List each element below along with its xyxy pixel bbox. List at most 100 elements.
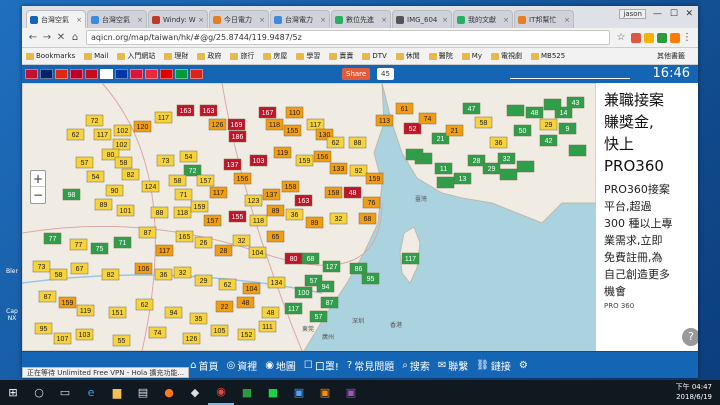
aqi-station-marker[interactable]: 47 bbox=[462, 102, 481, 115]
aqi-station-marker[interactable]: 43 bbox=[566, 96, 585, 109]
aqi-station-marker[interactable]: 94 bbox=[164, 306, 183, 319]
aqi-station-marker[interactable]: 165 bbox=[175, 230, 194, 243]
aqi-station-marker[interactable]: 117 bbox=[93, 128, 112, 141]
tab-close-icon[interactable]: × bbox=[320, 16, 326, 24]
aqi-station-marker[interactable]: 54 bbox=[179, 150, 198, 163]
language-flag-icon[interactable] bbox=[25, 69, 38, 79]
aqi-station-marker[interactable]: 104 bbox=[248, 246, 267, 259]
aqi-station-marker[interactable]: 80 bbox=[284, 252, 303, 265]
aqi-station-marker[interactable]: 100 bbox=[294, 286, 313, 299]
search-icon[interactable]: ○ bbox=[26, 380, 52, 405]
footer-nav-item-6[interactable]: ✉ 聯繫 bbox=[438, 358, 468, 373]
aqi-station-marker[interactable]: 102 bbox=[113, 124, 132, 137]
bookmark-9[interactable]: DTV bbox=[362, 52, 387, 60]
ad-help-icon[interactable]: ? bbox=[682, 328, 698, 346]
aqi-station-marker[interactable]: 77 bbox=[69, 238, 88, 251]
aqi-station-marker[interactable]: 134 bbox=[267, 276, 286, 289]
aqi-station-marker[interactable] bbox=[568, 144, 587, 157]
bookmark-14[interactable]: MB525 bbox=[530, 52, 565, 60]
bookmark-11[interactable]: 醫院 bbox=[428, 51, 453, 61]
tab-8[interactable]: IT邦幫忙 × bbox=[514, 10, 574, 28]
aqi-station-marker[interactable]: 95 bbox=[361, 272, 380, 285]
aqi-station-marker[interactable]: 57 bbox=[309, 310, 328, 323]
zoom-out-button[interactable]: − bbox=[31, 187, 45, 203]
aqi-station-marker[interactable]: 119 bbox=[76, 304, 95, 317]
language-flag-icon[interactable] bbox=[160, 69, 173, 79]
desktop-icon[interactable]: Cap NX bbox=[2, 308, 22, 322]
language-flag-icon[interactable] bbox=[55, 69, 68, 79]
aqi-station-marker[interactable]: 29 bbox=[482, 162, 501, 175]
explorer-icon[interactable]: ▆ bbox=[104, 380, 130, 405]
aqi-station-marker[interactable]: 123 bbox=[244, 194, 263, 207]
aqi-station-marker[interactable]: 137 bbox=[223, 158, 242, 171]
aqi-station-marker[interactable]: 117 bbox=[306, 118, 325, 131]
extension-icon[interactable] bbox=[631, 32, 641, 43]
tab-close-icon[interactable]: × bbox=[198, 16, 204, 24]
aqi-station-marker[interactable] bbox=[516, 160, 535, 173]
extension-icon[interactable] bbox=[670, 32, 680, 43]
tab-close-icon[interactable]: × bbox=[564, 16, 570, 24]
aqi-station-marker[interactable] bbox=[543, 98, 562, 111]
app-icon[interactable]: ▣ bbox=[286, 380, 312, 405]
bookmark-10[interactable]: 休閒 bbox=[395, 51, 420, 61]
bookmark-4[interactable]: 政府 bbox=[197, 51, 221, 61]
aqi-station-marker[interactable]: 90 bbox=[105, 184, 124, 197]
app-icon[interactable]: ▣ bbox=[338, 380, 364, 405]
footer-nav-item-3[interactable]: ☐ 口罩! bbox=[304, 358, 339, 373]
footer-nav-item-7[interactable]: ⛓ 鏈接 bbox=[476, 358, 511, 373]
aqi-station-marker[interactable]: 82 bbox=[121, 168, 140, 181]
language-flag-icon[interactable] bbox=[70, 69, 83, 79]
aqi-station-marker[interactable]: 137 bbox=[262, 188, 281, 201]
task-view-icon[interactable]: ▭ bbox=[52, 380, 78, 405]
aqi-station-marker[interactable]: 48 bbox=[236, 296, 255, 309]
language-flag-icon[interactable] bbox=[130, 69, 143, 79]
aqi-station-marker[interactable]: 124 bbox=[141, 180, 160, 193]
aqi-station-marker[interactable]: 111 bbox=[258, 320, 277, 333]
language-flag-icon[interactable] bbox=[85, 69, 98, 79]
aqi-station-marker[interactable]: 22 bbox=[215, 300, 234, 313]
aqi-station-marker[interactable]: 71 bbox=[174, 188, 193, 201]
zoom-in-button[interactable]: + bbox=[31, 171, 45, 187]
aqi-station-marker[interactable]: 159 bbox=[295, 154, 314, 167]
close-window-icon[interactable]: ✕ bbox=[685, 9, 693, 19]
bookmark-2[interactable]: 入門網站 bbox=[117, 51, 155, 61]
aqi-station-marker[interactable]: 62 bbox=[326, 136, 345, 149]
aqi-station-marker[interactable]: 117 bbox=[284, 302, 303, 315]
extension-icon[interactable] bbox=[644, 32, 654, 43]
aqi-station-marker[interactable]: 28 bbox=[467, 154, 486, 167]
aqi-station-marker[interactable]: 151 bbox=[108, 306, 127, 319]
home-icon[interactable]: ⌂ bbox=[68, 32, 82, 43]
bookmark-3[interactable]: 理財 bbox=[164, 51, 188, 61]
bookmark-13[interactable]: 電視劇 bbox=[490, 51, 522, 61]
aqi-station-marker[interactable]: 118 bbox=[173, 206, 192, 219]
back-icon[interactable]: ← bbox=[26, 32, 40, 43]
aqi-station-marker[interactable]: 11 bbox=[434, 162, 453, 175]
aqi-station-marker[interactable]: 77 bbox=[43, 232, 62, 245]
aqi-station-marker[interactable]: 110 bbox=[285, 106, 304, 119]
maximize-icon[interactable]: ☐ bbox=[670, 9, 678, 19]
language-flag-icon[interactable] bbox=[115, 69, 128, 79]
tab-1[interactable]: 台灣空氣 × bbox=[87, 10, 147, 28]
footer-nav-item-1[interactable]: ◎ 資裡 bbox=[226, 358, 257, 373]
language-flag-icon[interactable] bbox=[40, 69, 53, 79]
tab-2[interactable]: Windy: W × bbox=[148, 10, 208, 28]
tab-close-icon[interactable]: × bbox=[503, 16, 509, 24]
aqi-station-marker[interactable]: 158 bbox=[324, 186, 343, 199]
aqi-station-marker[interactable]: 71 bbox=[113, 236, 132, 249]
aqi-station-marker[interactable]: 50 bbox=[513, 124, 532, 137]
aqi-station-marker[interactable]: 186 bbox=[228, 130, 247, 143]
system-tray[interactable]: 下午 04:47 2018/6/19 bbox=[676, 382, 712, 402]
bookmark-7[interactable]: 學習 bbox=[296, 51, 320, 61]
profile-button[interactable]: jason bbox=[619, 9, 646, 19]
aqi-map[interactable]: 72 62 117 102 102 120 117 163 163 126 169 186 167 118… bbox=[22, 83, 596, 351]
line-icon[interactable]: ■ bbox=[260, 380, 286, 405]
aqi-station-marker[interactable]: 48 bbox=[261, 306, 280, 319]
aqi-station-marker[interactable]: 120 bbox=[133, 120, 152, 133]
bookmark-1[interactable]: Mail bbox=[84, 52, 108, 60]
tab-close-icon[interactable]: × bbox=[76, 16, 82, 24]
aqi-station-marker[interactable]: 35 bbox=[189, 312, 208, 325]
minimize-icon[interactable]: — bbox=[653, 9, 662, 19]
aqi-station-marker[interactable]: 68 bbox=[358, 212, 377, 225]
aqi-station-marker[interactable]: 152 bbox=[237, 328, 256, 341]
aqi-station-marker[interactable] bbox=[499, 168, 518, 181]
